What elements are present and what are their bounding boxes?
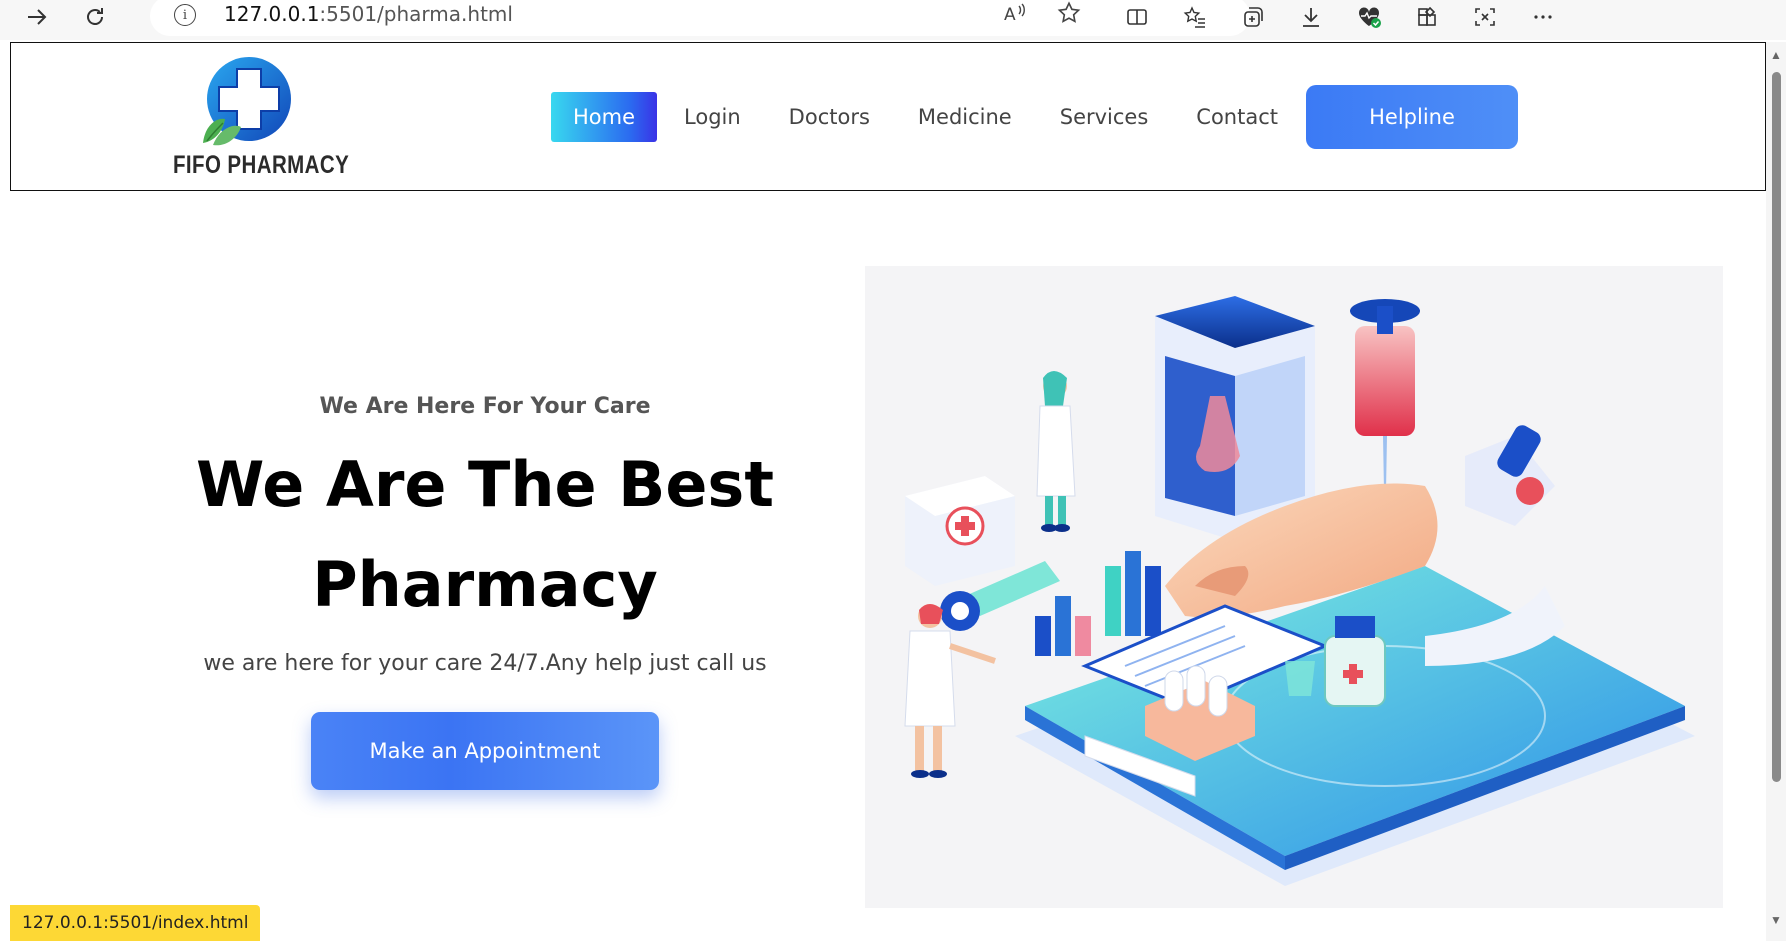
make-appointment-button[interactable]: Make an Appointment (311, 712, 659, 790)
site-logo[interactable]: FIFO PHARMACY (167, 55, 349, 185)
screenshot-icon[interactable] (1470, 2, 1500, 32)
favorites-list-icon[interactable] (1180, 2, 1210, 32)
hero-headline: We Are The Best Pharmacy (140, 435, 830, 635)
main-nav: Home Login Doctors Medicine Services Con… (551, 91, 1326, 143)
refresh-icon[interactable] (80, 2, 110, 32)
nav-doctors[interactable]: Doctors (789, 92, 870, 142)
hero-tagline: we are here for your care 24/7.Any help … (203, 651, 767, 676)
address-bar[interactable]: i 127.0.0.1:5501/pharma.html A (150, 0, 1250, 36)
read-aloud-icon[interactable]: A (1002, 0, 1028, 32)
site-header: FIFO PHARMACY Home Login Doctors Medicin… (10, 42, 1766, 191)
url-text[interactable]: 127.0.0.1:5501/pharma.html (224, 2, 513, 26)
scrollbar-thumb[interactable] (1772, 72, 1781, 782)
hero-eyebrow: We Are Here For Your Care (319, 394, 651, 419)
scroll-down-icon[interactable]: ▼ (1770, 913, 1782, 927)
nav-medicine[interactable]: Medicine (918, 92, 1012, 142)
headline-line-2: Pharmacy (312, 548, 658, 621)
info-icon[interactable]: i (174, 4, 196, 26)
back-arrow-icon[interactable] (22, 2, 52, 32)
helpline-button[interactable]: Helpline (1306, 85, 1518, 149)
link-status-tooltip: 127.0.0.1:5501/index.html (10, 905, 261, 941)
browser-toolbar: i 127.0.0.1:5501/pharma.html A (0, 0, 1786, 40)
headline-line-1: We Are The Best (196, 448, 774, 521)
hero-illustration (865, 266, 1723, 908)
collections-icon[interactable] (1238, 2, 1268, 32)
extensions-icon[interactable] (1412, 2, 1442, 32)
hero-text: We Are Here For Your Care We Are The Bes… (140, 282, 830, 790)
pharmacy-lab-illustration (904, 296, 1695, 886)
nav-login[interactable]: Login (684, 92, 741, 142)
svg-text:A: A (1004, 5, 1016, 25)
page-viewport: FIFO PHARMACY Home Login Doctors Medicin… (10, 42, 1766, 941)
nav-contact[interactable]: Contact (1196, 92, 1278, 142)
split-screen-icon[interactable] (1122, 2, 1152, 32)
pharmacy-cross-icon (203, 57, 291, 146)
download-icon[interactable] (1296, 2, 1326, 32)
scroll-up-icon[interactable]: ▲ (1770, 48, 1782, 62)
browser-essentials-icon[interactable] (1354, 2, 1384, 32)
brand-name: FIFO PHARMACY (173, 151, 350, 179)
nav-services[interactable]: Services (1060, 92, 1149, 142)
nav-home[interactable]: Home (551, 92, 658, 142)
vertical-scrollbar[interactable]: ▲ ▼ (1766, 42, 1786, 941)
favorite-star-icon[interactable] (1056, 0, 1082, 32)
more-icon[interactable] (1528, 2, 1558, 32)
